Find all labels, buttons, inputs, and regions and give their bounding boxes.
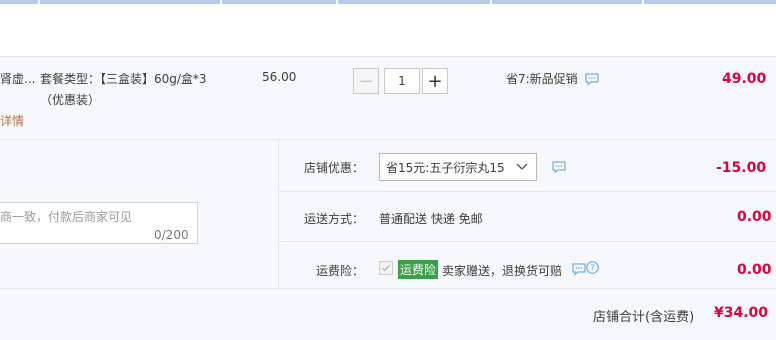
question-icon[interactable]: ?: [586, 261, 599, 277]
increase-quantity-button[interactable]: +: [422, 68, 448, 94]
shipping-amount: 0.00: [737, 209, 772, 225]
panel-divider: [278, 140, 279, 288]
checkbox-icon[interactable]: [379, 261, 393, 275]
row-divider: [279, 191, 776, 192]
decrease-quantity-button[interactable]: −: [353, 68, 379, 94]
insurance-amount: 0.00: [737, 262, 772, 278]
minus-icon: −: [358, 70, 374, 92]
item-name[interactable]: 肾虚...: [0, 70, 35, 87]
insurance-label: 运费险：: [316, 264, 365, 278]
note-char-counter: 0/200: [154, 228, 189, 242]
unit-price: 56.00: [262, 70, 297, 84]
row-divider: [279, 241, 776, 242]
chat-icon[interactable]: [552, 161, 566, 173]
item-subtotal: 49.00: [722, 71, 767, 87]
package-subtype: （优惠装）: [40, 93, 101, 107]
shop-discount-selected: 省15元:五子衍宗丸15: [386, 161, 505, 175]
quantity-input[interactable]: [384, 68, 420, 94]
chat-icon[interactable]: [585, 73, 599, 85]
package-type: 套餐类型：【三盒装】60g/盒*3: [40, 72, 207, 86]
note-placeholder: 商一致，付款后商家可见: [0, 210, 133, 224]
shop-discount-label: 店铺优惠：: [304, 161, 365, 175]
shipping-label: 运送方式：: [304, 212, 365, 226]
details-link[interactable]: 详情: [0, 112, 24, 129]
promo-text: 省7:新品促销: [506, 72, 578, 86]
shop-discount-amount: -15.00: [716, 160, 767, 176]
insurance-badge: 运费险: [398, 260, 439, 279]
chevron-down-icon[interactable]: [516, 160, 528, 174]
chat-icon[interactable]: [572, 263, 586, 275]
shop-total-amount: ¥34.00: [714, 305, 769, 321]
svg-text:?: ?: [590, 264, 595, 274]
shop-header-row: [0, 4, 776, 57]
plus-icon: +: [427, 70, 443, 92]
shipping-method: 普通配送 快递 免邮: [379, 212, 483, 226]
shop-total-label: 店铺合计(含运费): [593, 310, 695, 325]
insurance-description: 卖家赠送，退换货可赔: [442, 264, 563, 278]
